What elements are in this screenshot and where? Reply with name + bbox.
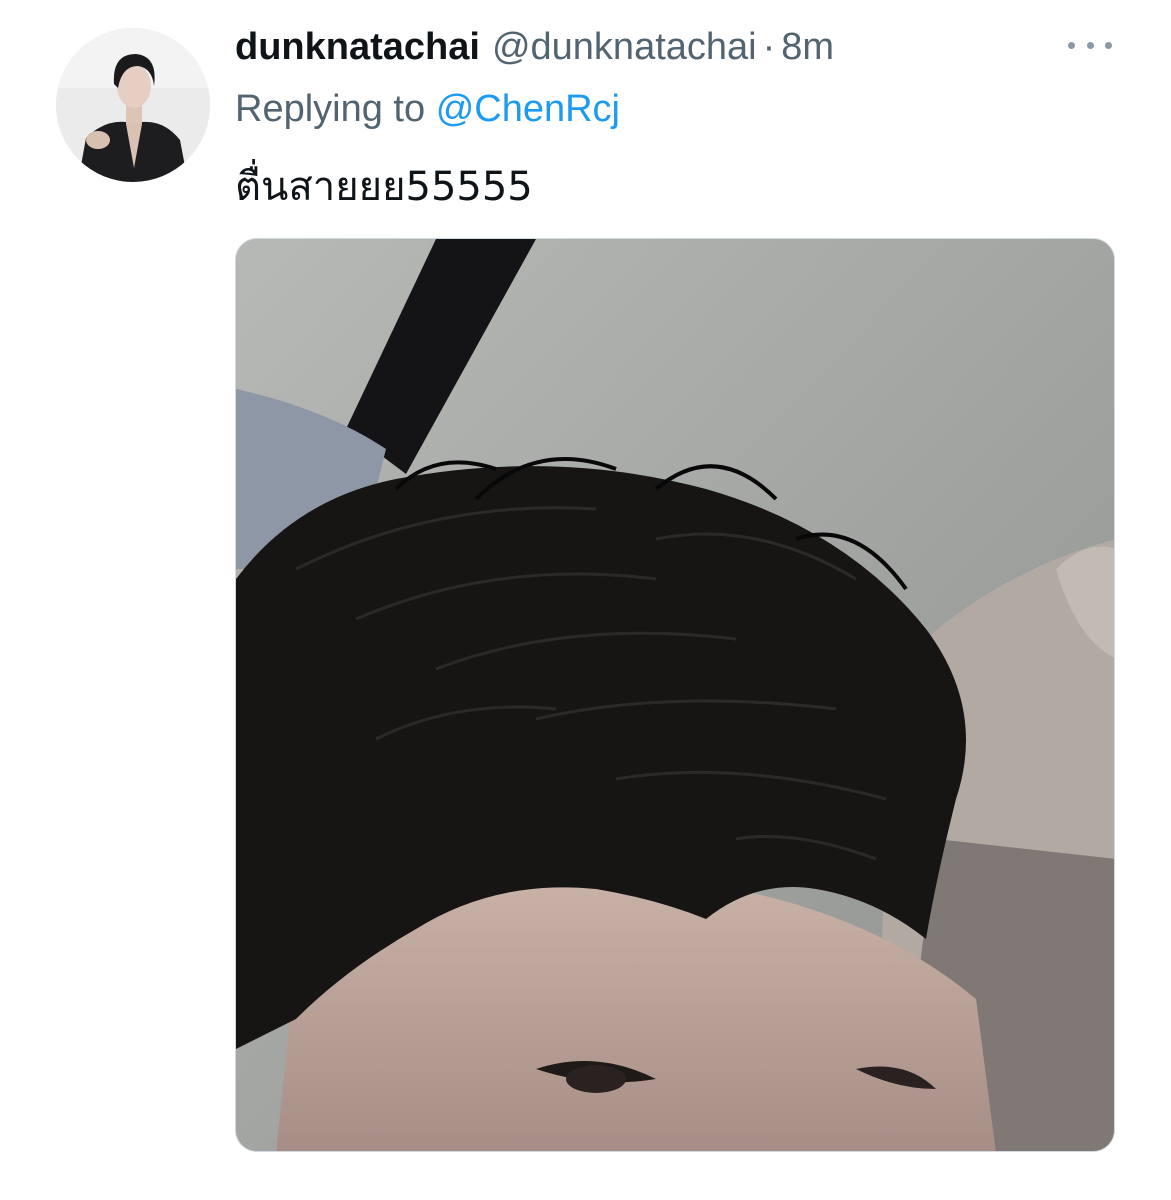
more-options-button[interactable] <box>1068 30 1112 60</box>
replying-to-label: Replying to <box>235 88 426 130</box>
replying-to: Replying to @ChenRcj <box>235 84 620 134</box>
selfie-photo <box>236 239 1114 1151</box>
tweet[interactable]: dunknatachai @dunknatachai · 8m Replying… <box>0 0 1171 1200</box>
timestamp[interactable]: 8m <box>781 22 834 72</box>
reply-to-link[interactable]: @ChenRcj <box>436 88 620 130</box>
tweet-photo[interactable] <box>235 238 1115 1152</box>
tweet-header: dunknatachai @dunknatachai · 8m <box>235 22 834 72</box>
separator-dot: · <box>762 26 776 68</box>
tweet-text: ตื่นสายยย55555 <box>235 164 533 210</box>
avatar[interactable] <box>56 28 210 182</box>
display-name[interactable]: dunknatachai <box>235 22 480 72</box>
user-handle[interactable]: @dunknatachai <box>492 22 757 72</box>
avatar-photo <box>56 28 210 182</box>
